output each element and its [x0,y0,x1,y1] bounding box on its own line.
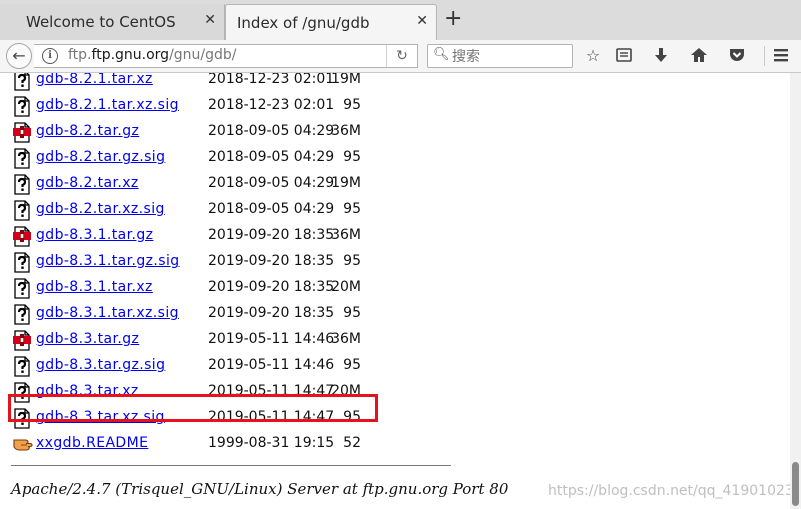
menu-icon[interactable] [771,46,791,66]
hand-pointer-icon [13,434,33,455]
file-link[interactable]: gdb-8.3.tar.gz [36,331,139,347]
file-size: 19M [331,73,361,87]
unknown-file-icon [13,96,31,117]
unknown-file-icon [13,73,31,91]
file-link[interactable]: gdb-8.3.tar.gz.sig [36,357,165,373]
file-link[interactable]: gdb-8.2.tar.xz.sig [36,201,165,217]
url-prefix: ftp. [68,47,92,63]
file-size: 95 [343,149,361,165]
search-bar[interactable]: 🔍︎ [427,44,573,68]
compressed-file-icon [13,122,31,143]
tab-title: Index of /gnu/gdb [237,14,370,32]
compressed-file-icon [13,330,31,351]
file-link[interactable]: gdb-8.2.1.tar.xz.sig [36,97,179,113]
file-size: 19M [331,175,361,191]
toolbar-separator [764,46,765,66]
file-size: 36M [331,227,361,243]
url-path: /gnu/gdb/ [169,47,237,63]
back-button[interactable]: ← [6,43,32,69]
navigation-toolbar: ← i ftp.ftp.gnu.org/gnu/gdb/ ↻ 🔍︎ ☆ [0,40,801,73]
reading-list-icon[interactable] [614,46,634,66]
file-link[interactable]: gdb-8.3.1.tar.gz [36,227,153,243]
unknown-file-icon [13,174,31,195]
file-size: 95 [343,253,361,269]
search-input[interactable] [450,46,572,68]
url-host: ftp.gnu.org [91,47,170,63]
home-icon[interactable] [689,46,709,66]
unknown-file-icon [13,200,31,221]
close-tab-icon[interactable]: ✕ [416,13,428,29]
compressed-file-icon [13,226,31,247]
highlight-box [8,394,378,422]
file-size: 20M [331,279,361,295]
tab-index-gnu-gdb[interactable]: Index of /gnu/gdb ✕ [225,4,437,40]
tab-welcome-centos[interactable]: Welcome to CentOS ✕ [0,4,225,40]
new-tab-button[interactable]: + [444,8,462,30]
file-size: 36M [331,331,361,347]
file-size: 36M [331,123,361,139]
bookmark-star-icon[interactable]: ☆ [583,46,603,66]
unknown-file-icon [13,252,31,273]
file-link[interactable]: gdb-8.2.tar.gz [36,123,139,139]
search-icon: 🔍︎ [433,47,450,62]
close-tab-icon[interactable]: ✕ [204,12,216,28]
file-size: 95 [343,201,361,217]
reload-icon[interactable]: ↻ [386,45,417,67]
file-link[interactable]: xxgdb.README [36,435,148,451]
file-link[interactable]: gdb-8.2.tar.xz [36,175,139,191]
unknown-file-icon [13,148,31,169]
divider [11,465,451,466]
unknown-file-icon [13,278,31,299]
watermark: https://blog.csdn.net/qq_41901023 [548,483,790,499]
download-icon[interactable] [651,46,671,66]
file-size: 95 [343,357,361,373]
scrollbar-track[interactable] [790,73,801,509]
scrollbar-thumb[interactable] [792,462,799,506]
pocket-icon[interactable] [727,46,747,66]
site-info-icon[interactable]: i [42,48,58,64]
directory-listing: gdb-8.2.1.tar.xz 2018-12-23 02:01 19M gdb-8… [0,73,790,509]
tab-strip: Welcome to CentOS ✕ Index of /gnu/gdb ✕ … [0,0,801,41]
unknown-file-icon [13,304,31,325]
file-size: 95 [343,305,361,321]
file-link[interactable]: gdb-8.2.1.tar.xz [36,73,153,87]
file-size: 52 [343,435,361,451]
file-link[interactable]: gdb-8.2.tar.gz.sig [36,149,165,165]
server-signature: Apache/2.4.7 (Trisquel_GNU/Linux) Server… [11,480,509,498]
file-link[interactable]: gdb-8.3.1.tar.xz.sig [36,305,179,321]
file-size: 95 [343,97,361,113]
tab-title: Welcome to CentOS [26,13,176,31]
unknown-file-icon [13,356,31,377]
url-text[interactable]: ftp.ftp.gnu.org/gnu/gdb/ [68,47,237,63]
file-link[interactable]: gdb-8.3.1.tar.xz [36,279,153,295]
file-link[interactable]: gdb-8.3.1.tar.gz.sig [36,253,180,269]
url-bar[interactable]: i ftp.ftp.gnu.org/gnu/gdb/ ↻ [34,44,418,68]
